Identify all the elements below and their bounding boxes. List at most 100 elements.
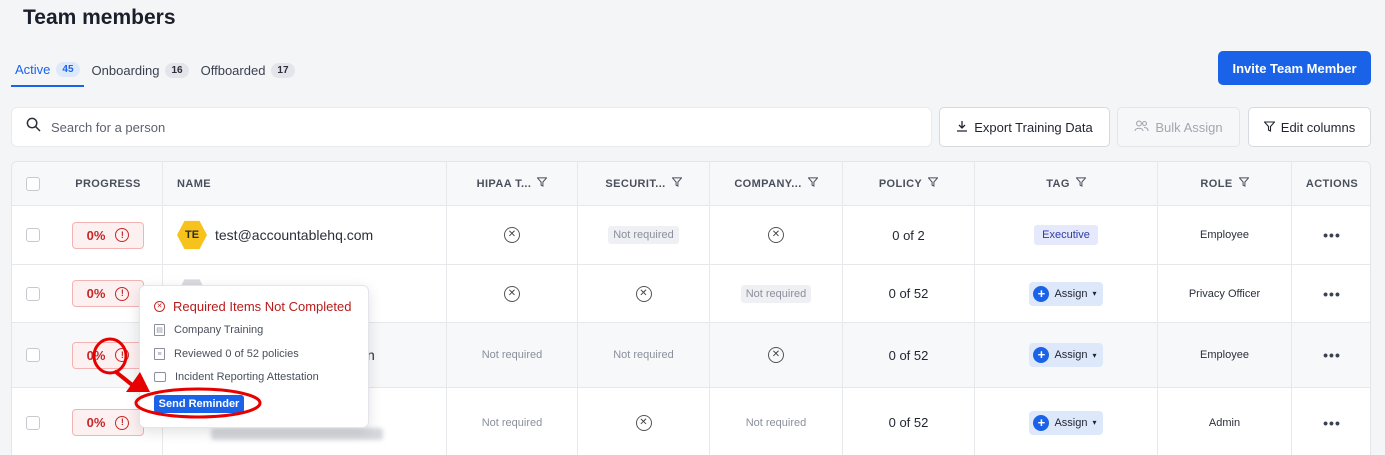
alert-icon[interactable]: ! xyxy=(115,228,130,242)
not-required-label: Not required xyxy=(613,349,674,361)
policy-count: 0 of 52 xyxy=(888,347,929,363)
column-header-label: TAG xyxy=(1046,177,1070,190)
search-input[interactable] xyxy=(51,119,901,135)
filter-icon[interactable] xyxy=(536,177,549,190)
bulk-assign-button[interactable]: Bulk Assign xyxy=(1117,107,1240,147)
incomplete-x-icon: ✕ xyxy=(504,285,520,302)
tab-count-badge: 16 xyxy=(165,63,189,78)
progress-badge[interactable]: 0%! xyxy=(72,409,144,436)
column-header-policy[interactable]: POLICY xyxy=(842,162,974,205)
progress-value: 0% xyxy=(86,415,106,430)
column-header-progress[interactable]: PROGRESS xyxy=(54,162,162,205)
not-required-label: Not required xyxy=(481,416,543,429)
incomplete-x-icon: ✕ xyxy=(768,347,784,363)
popover-item-label: Incident Reporting Attestation xyxy=(175,371,319,383)
tab-label: Offboarded xyxy=(200,63,266,78)
column-header-company[interactable]: COMPANY... xyxy=(709,162,842,205)
progress-value: 0% xyxy=(86,227,106,243)
chevron-down-icon: ▾ xyxy=(1092,289,1097,298)
popover-item-label: Reviewed 0 of 52 policies xyxy=(174,348,299,360)
assign-tag-button[interactable]: + Assign ▾ xyxy=(1029,281,1103,306)
column-header-label: SECURIT... xyxy=(605,177,666,190)
popover-title-text: Required Items Not Completed xyxy=(173,299,352,314)
column-header-label: ROLE xyxy=(1200,177,1233,190)
filter-icon[interactable] xyxy=(1237,177,1250,190)
select-all-checkbox[interactable] xyxy=(26,176,40,191)
export-training-data-button[interactable]: Export Training Data xyxy=(939,107,1110,147)
progress-value: 0% xyxy=(86,347,106,363)
tab-count-badge: 17 xyxy=(271,63,295,78)
chevron-down-icon: ▾ xyxy=(1092,350,1097,360)
more-actions-icon[interactable]: ••• xyxy=(1323,415,1341,431)
more-actions-icon[interactable]: ••• xyxy=(1323,286,1341,302)
search-bar xyxy=(11,107,932,147)
row-checkbox[interactable] xyxy=(26,286,40,301)
users-icon xyxy=(1134,120,1149,135)
assign-label: Assign xyxy=(1054,349,1088,361)
tab-count-badge: 45 xyxy=(56,62,80,77)
send-reminder-button[interactable]: Send Reminder xyxy=(154,395,244,413)
progress-badge[interactable]: 0%! xyxy=(72,341,144,369)
alert-icon[interactable]: ! xyxy=(115,415,130,430)
not-required-label: Not required xyxy=(740,284,812,303)
envelope-icon xyxy=(154,372,166,382)
alert-icon[interactable]: ! xyxy=(115,286,130,301)
popover-item: ≡ Reviewed 0 of 52 policies xyxy=(154,348,299,360)
column-header-tag[interactable]: TAG xyxy=(974,162,1157,205)
column-header-security[interactable]: SECURIT... xyxy=(577,162,709,205)
progress-badge[interactable]: 0%! xyxy=(72,221,144,249)
training-icon: ▤ xyxy=(154,324,165,336)
column-header-hipaa[interactable]: HIPAA T... xyxy=(446,162,577,205)
assign-tag-button[interactable]: + Assign ▾ xyxy=(1029,410,1103,435)
role-label: Employee xyxy=(1200,349,1249,361)
assign-label: Assign xyxy=(1054,287,1088,300)
progress-badge[interactable]: 0%! xyxy=(72,280,144,307)
more-actions-icon[interactable]: ••• xyxy=(1323,227,1341,243)
role-label: Privacy Officer xyxy=(1188,287,1261,300)
popover-item-label: Company Training xyxy=(174,324,264,336)
table-header-row: PROGRESS NAME HIPAA T... SECURIT... COMP… xyxy=(12,162,1370,206)
tag-badge[interactable]: Executive xyxy=(1034,225,1098,245)
member-name[interactable]: test@accountablehq.com xyxy=(215,227,373,243)
popover-item: Incident Reporting Attestation xyxy=(154,371,319,383)
invite-team-member-button[interactable]: Invite Team Member xyxy=(1218,51,1371,85)
policy-count: 0 of 52 xyxy=(888,415,929,430)
page-title: Team members xyxy=(23,6,176,29)
filter-icon xyxy=(1263,120,1276,135)
button-label: Export Training Data xyxy=(974,119,1093,135)
incomplete-x-icon: ✕ xyxy=(768,227,784,243)
tab-active[interactable]: Active 45 xyxy=(11,58,84,87)
document-icon: ≡ xyxy=(154,348,165,360)
column-header-name[interactable]: NAME xyxy=(162,162,446,205)
table-row[interactable]: 0%! TE test@accountablehq.com ✕ Not requ… xyxy=(12,206,1370,265)
row-checkbox[interactable] xyxy=(26,348,40,362)
role-label: Employee xyxy=(1200,229,1249,241)
button-label: Edit columns xyxy=(1280,119,1356,135)
row-checkbox[interactable] xyxy=(26,415,40,430)
search-icon xyxy=(26,117,41,137)
progress-value: 0% xyxy=(86,286,106,301)
tab-label: Active xyxy=(15,62,51,77)
filter-icon[interactable] xyxy=(927,177,939,190)
more-actions-icon[interactable]: ••• xyxy=(1323,347,1341,363)
edit-columns-button[interactable]: Edit columns xyxy=(1248,107,1371,147)
column-header-role[interactable]: ROLE xyxy=(1157,162,1291,205)
popover-title: ✕ Required Items Not Completed xyxy=(154,299,351,314)
filter-icon[interactable] xyxy=(670,177,683,190)
policy-count: 0 of 52 xyxy=(888,286,929,301)
column-header-label: HIPAA T... xyxy=(476,177,532,190)
row-checkbox[interactable] xyxy=(26,228,40,242)
role-label: Admin xyxy=(1208,416,1241,429)
alert-icon[interactable]: ! xyxy=(115,348,130,362)
column-header-actions: ACTIONS xyxy=(1291,162,1370,205)
tab-onboarding[interactable]: Onboarding 16 xyxy=(88,58,193,87)
filter-icon[interactable] xyxy=(1075,177,1087,190)
not-required-label: Not required xyxy=(745,416,807,429)
assign-tag-button[interactable]: + Assign ▾ xyxy=(1029,343,1103,367)
assign-label: Assign xyxy=(1054,416,1088,429)
tab-offboarded[interactable]: Offboarded 17 xyxy=(197,58,299,87)
redacted-name xyxy=(211,427,383,440)
not-required-label: Not required xyxy=(608,226,679,244)
filter-icon[interactable] xyxy=(807,177,819,190)
button-label: Bulk Assign xyxy=(1155,119,1223,135)
